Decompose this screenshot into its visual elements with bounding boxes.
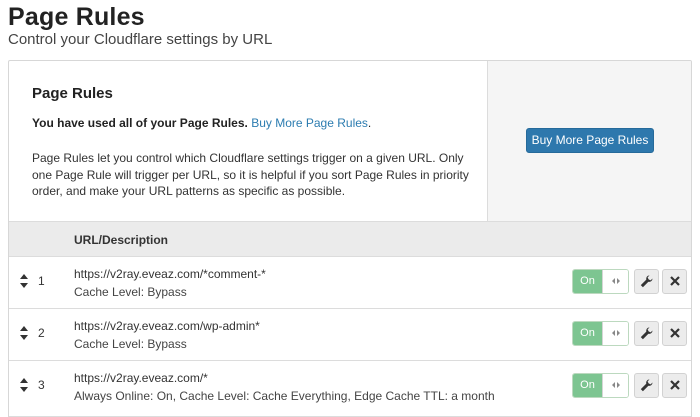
table-row: 2 https://v2ray.eveaz.com/wp-admin* Cach… <box>9 309 691 361</box>
rule-url[interactable]: https://v2ray.eveaz.com/*comment-* <box>74 267 266 281</box>
page-rules-description: Page Rules let you control which Cloudfl… <box>32 151 469 198</box>
usage-text: You have used all of your Page Rules. <box>32 116 248 130</box>
rule-settings: Cache Level: Bypass <box>74 337 187 351</box>
toggle-on-label: On <box>573 374 602 397</box>
rule-priority: 2 <box>38 326 45 340</box>
edit-rule-button[interactable] <box>634 373 659 398</box>
sort-handle-icon[interactable] <box>20 274 28 288</box>
page-title: Page Rules <box>8 3 145 31</box>
column-header-url: URL/Description <box>74 233 169 247</box>
edit-rule-button[interactable] <box>634 269 659 294</box>
table-row: 3 https://v2ray.eveaz.com/* Always Onlin… <box>9 361 691 417</box>
rule-toggle[interactable]: On <box>572 269 629 294</box>
section-heading: Page Rules <box>32 85 113 102</box>
delete-rule-button[interactable] <box>662 269 687 294</box>
toggle-on-label: On <box>573 322 602 345</box>
table-header: URL/Description <box>9 221 691 257</box>
wrench-icon <box>640 327 653 340</box>
wrench-icon <box>640 275 653 288</box>
buy-more-button[interactable]: Buy More Page Rules <box>526 128 654 153</box>
toggle-arrows-icon <box>602 374 628 397</box>
page-subtitle: Control your Cloudflare settings by URL <box>8 31 273 48</box>
toggle-on-label: On <box>573 270 602 293</box>
wrench-icon <box>640 379 653 392</box>
toggle-arrows-icon <box>602 322 628 345</box>
usage-notice: You have used all of your Page Rules. Bu… <box>32 116 371 130</box>
usage-suffix: . <box>367 116 372 130</box>
rule-toggle[interactable]: On <box>572 373 629 398</box>
delete-rule-button[interactable] <box>662 373 687 398</box>
rule-settings: Always Online: On, Cache Level: Cache Ev… <box>74 389 495 403</box>
rule-priority: 1 <box>38 274 45 288</box>
rule-url[interactable]: https://v2ray.eveaz.com/wp-admin* <box>74 319 260 333</box>
edit-rule-button[interactable] <box>634 321 659 346</box>
toggle-arrows-icon <box>602 270 628 293</box>
close-icon <box>669 380 680 390</box>
close-icon <box>669 276 680 286</box>
delete-rule-button[interactable] <box>662 321 687 346</box>
buy-more-link[interactable]: Buy More Page Rules <box>251 116 368 130</box>
page-rules-card: Page Rules You have used all of your Pag… <box>8 60 692 417</box>
page-rules-info: Page Rules You have used all of your Pag… <box>9 61 487 221</box>
rule-priority: 3 <box>38 378 45 392</box>
table-row: 1 https://v2ray.eveaz.com/*comment-* Cac… <box>9 257 691 309</box>
sort-handle-icon[interactable] <box>20 378 28 392</box>
buy-panel: Buy More Page Rules <box>487 61 691 221</box>
rule-settings: Cache Level: Bypass <box>74 285 187 299</box>
sort-handle-icon[interactable] <box>20 326 28 340</box>
rule-toggle[interactable]: On <box>572 321 629 346</box>
rule-url[interactable]: https://v2ray.eveaz.com/* <box>74 371 208 385</box>
close-icon <box>669 328 680 338</box>
